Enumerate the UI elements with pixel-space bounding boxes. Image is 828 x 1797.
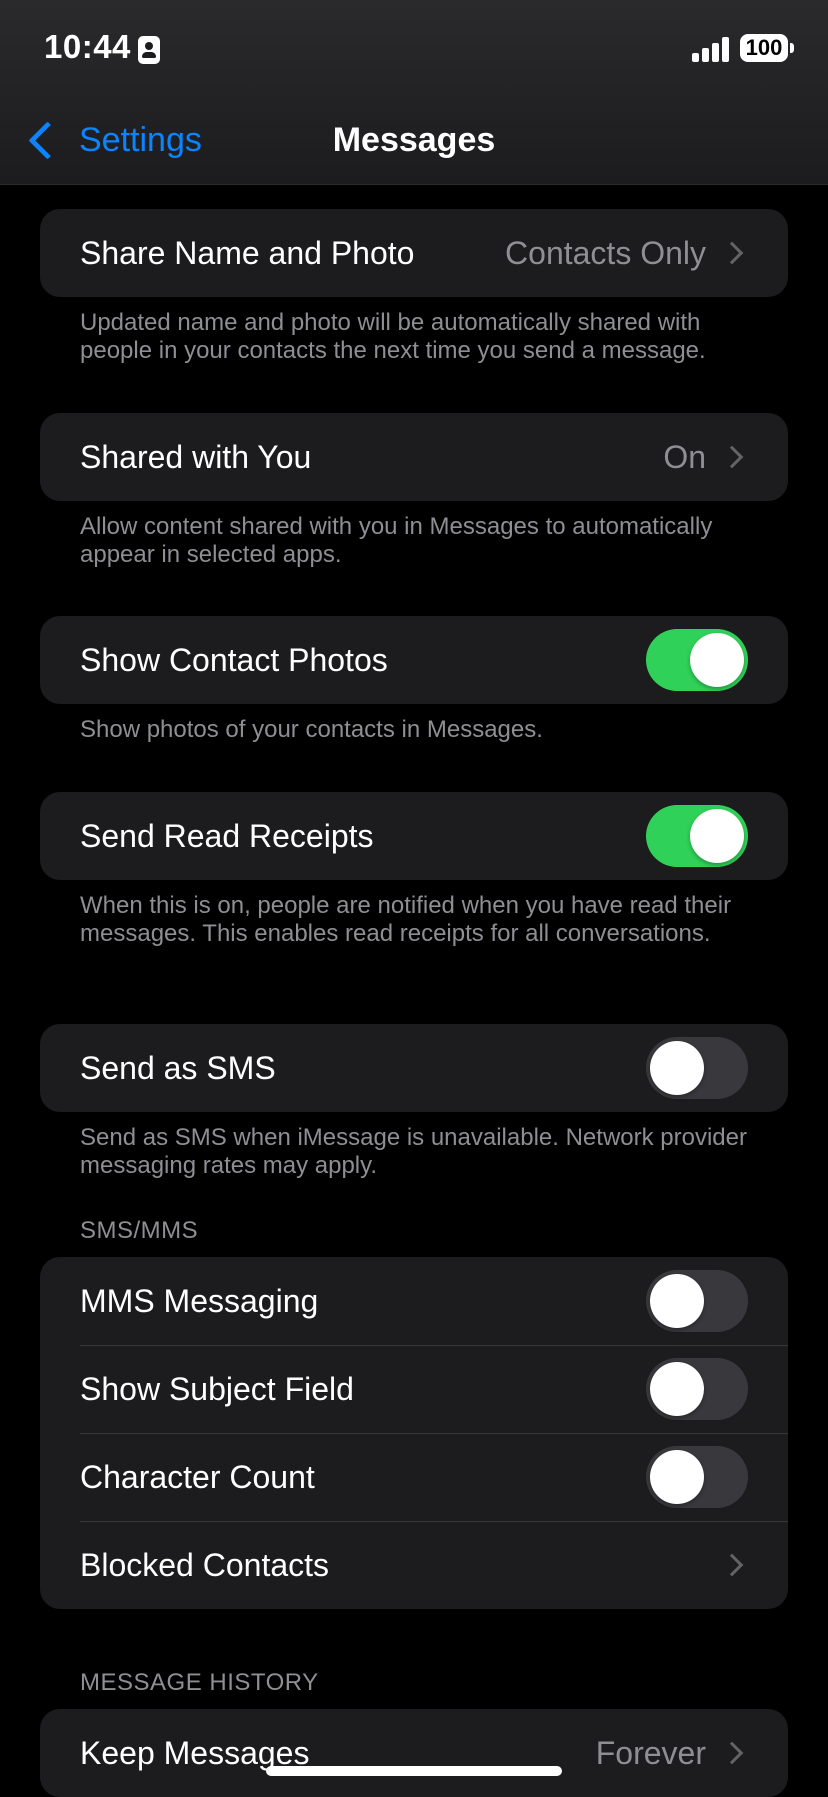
keep-messages-value: Forever	[595, 1734, 706, 1771]
send-as-sms-toggle[interactable]	[646, 1037, 748, 1099]
shared-with-you-value: On	[663, 438, 706, 475]
chevron-right-icon	[720, 1741, 744, 1765]
message-history-section-header: MESSAGE HISTORY	[80, 1669, 319, 1696]
back-button[interactable]: Settings	[24, 118, 202, 162]
mms-messaging-label: MMS Messaging	[80, 1282, 319, 1319]
contact-photos-group: Show Contact Photos	[40, 616, 788, 704]
back-button-label: Settings	[79, 120, 202, 159]
contact-card-icon	[138, 36, 160, 64]
send-as-sms-label: Send as SMS	[80, 1049, 276, 1086]
chevron-right-icon	[720, 445, 744, 469]
status-time: 10:44	[44, 28, 131, 65]
chevron-right-icon	[720, 241, 744, 265]
toggle-knob	[650, 1274, 704, 1328]
chevron-right-icon	[720, 1553, 744, 1577]
shared-with-you-label: Shared with You	[80, 438, 312, 475]
character-count-label: Character Count	[80, 1458, 315, 1495]
character-count-toggle[interactable]	[646, 1446, 748, 1508]
share-name-footer: Updated name and photo will be automatic…	[80, 309, 706, 364]
send-as-sms-row: Send as SMS	[40, 1024, 788, 1112]
toggle-knob	[690, 633, 744, 687]
toggle-knob	[650, 1041, 704, 1095]
chevron-left-icon	[28, 120, 67, 160]
read-receipts-footer: When this is on, people are notified whe…	[80, 892, 732, 947]
send-read-receipts-label: Send Read Receipts	[80, 817, 374, 854]
show-subject-field-toggle[interactable]	[646, 1358, 748, 1420]
sms-mms-section-header: SMS/MMS	[80, 1217, 199, 1244]
contact-photos-footer: Show photos of your contacts in Messages…	[80, 716, 543, 743]
message-history-group: Keep Messages Forever	[40, 1709, 788, 1797]
keep-messages-row[interactable]: Keep Messages Forever	[40, 1709, 788, 1797]
shared-with-you-group: Shared with You On	[40, 413, 788, 501]
home-indicator[interactable]	[266, 1766, 562, 1776]
battery-icon: 100	[740, 34, 788, 62]
read-receipts-group: Send Read Receipts	[40, 792, 788, 880]
show-contact-photos-label: Show Contact Photos	[80, 641, 388, 678]
character-count-row: Character Count	[40, 1433, 788, 1521]
show-contact-photos-row: Show Contact Photos	[40, 616, 788, 704]
share-name-value: Contacts Only	[505, 234, 706, 271]
blocked-contacts-row[interactable]: Blocked Contacts	[40, 1521, 788, 1609]
blocked-contacts-label: Blocked Contacts	[80, 1546, 330, 1583]
toggle-knob	[650, 1362, 704, 1416]
toggle-knob	[650, 1450, 704, 1504]
show-subject-field-row: Show Subject Field	[40, 1345, 788, 1433]
battery-tip-icon	[790, 43, 794, 53]
send-read-receipts-toggle[interactable]	[646, 805, 748, 867]
send-read-receipts-row: Send Read Receipts	[40, 792, 788, 880]
send-sms-footer: Send as SMS when iMessage is unavailable…	[80, 1124, 747, 1179]
navigation-header: 10:44 100 Messages Settings	[0, 0, 828, 185]
mms-messaging-toggle[interactable]	[646, 1270, 748, 1332]
toggle-knob	[690, 809, 744, 863]
share-name-label: Share Name and Photo	[80, 234, 415, 271]
show-contact-photos-toggle[interactable]	[646, 629, 748, 691]
share-name-group: Share Name and Photo Contacts Only	[40, 209, 788, 297]
mms-messaging-row: MMS Messaging	[40, 1257, 788, 1345]
share-name-and-photo-row[interactable]: Share Name and Photo Contacts Only	[40, 209, 788, 297]
send-sms-group: Send as SMS	[40, 1024, 788, 1112]
shared-with-you-row[interactable]: Shared with You On	[40, 413, 788, 501]
sms-mms-group: MMS Messaging Show Subject Field Charact…	[40, 1257, 788, 1609]
cellular-signal-icon	[692, 36, 732, 62]
shared-with-you-footer: Allow content shared with you in Message…	[80, 513, 713, 568]
show-subject-field-label: Show Subject Field	[80, 1370, 354, 1407]
